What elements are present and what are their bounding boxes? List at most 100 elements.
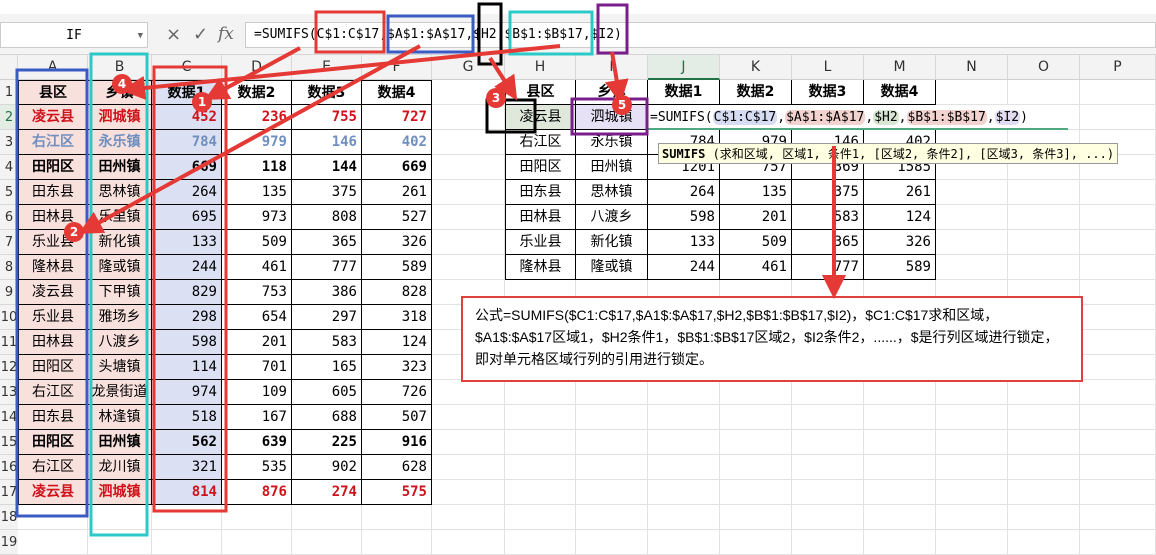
cell[interactable] [1008,430,1080,455]
cell[interactable] [432,230,505,255]
row-header-13[interactable]: 13 [0,380,18,405]
cell[interactable] [505,480,576,505]
lookup-cell[interactable]: 583 [792,205,864,230]
table-cell[interactable]: 973 [222,205,292,230]
table-cell[interactable]: 田州镇 [88,155,152,180]
cell[interactable] [648,380,720,405]
column-header-K[interactable]: K [720,55,792,80]
table-cell[interactable]: 669 [152,155,222,180]
table-cell[interactable]: 236 [222,105,292,130]
cell[interactable] [648,405,720,430]
table-cell[interactable]: 头塘镇 [88,355,152,380]
table-cell[interactable]: 509 [222,230,292,255]
cell[interactable] [362,530,432,555]
cell[interactable] [432,505,505,530]
table-cell[interactable]: 777 [292,255,362,280]
name-box[interactable]: IF ▼ [0,22,148,48]
cell[interactable] [1008,255,1080,280]
row-header-1[interactable]: 1 [0,80,18,105]
cell[interactable] [720,505,792,530]
table-cell[interactable]: 274 [292,480,362,505]
cell[interactable] [432,480,505,505]
cell[interactable] [864,380,936,405]
table-cell[interactable]: 思林镇 [88,180,152,205]
row-header-18[interactable]: 18 [0,505,18,530]
cell[interactable] [936,430,1008,455]
table-cell[interactable]: 727 [362,105,432,130]
cell[interactable] [1080,255,1156,280]
column-header-A[interactable]: A [18,55,88,80]
chevron-down-icon[interactable]: ▼ [138,23,143,49]
table-cell[interactable]: 146 [292,130,362,155]
cell[interactable] [792,405,864,430]
cell[interactable] [505,430,576,455]
row-header-2[interactable]: 2 [0,105,18,130]
table-cell[interactable]: 田阳区 [18,430,88,455]
table-cell[interactable]: 201 [222,330,292,355]
column-header-M[interactable]: M [864,55,936,80]
table-cell[interactable]: 隆林县 [18,255,88,280]
cell[interactable] [1008,380,1080,405]
table-cell[interactable]: 144 [292,155,362,180]
row-header-5[interactable]: 5 [0,180,18,205]
cell[interactable] [864,530,936,555]
cell[interactable] [1080,505,1156,530]
table-cell[interactable]: 375 [292,180,362,205]
table-cell[interactable]: 365 [292,230,362,255]
table-cell[interactable]: 109 [222,380,292,405]
cell[interactable] [864,430,936,455]
cell[interactable] [864,405,936,430]
cell[interactable] [936,230,1008,255]
cell[interactable] [1080,430,1156,455]
cell[interactable] [864,480,936,505]
lookup-cell[interactable]: 589 [864,255,936,280]
row-header-15[interactable]: 15 [0,430,18,455]
table-cell[interactable]: 814 [152,480,222,505]
cell[interactable] [648,530,720,555]
row-header-9[interactable]: 9 [0,280,18,305]
table-cell[interactable]: 田东县 [18,180,88,205]
lookup-cell[interactable]: 365 [792,230,864,255]
cell[interactable] [1080,230,1156,255]
lookup-cell[interactable]: 八渡乡 [576,205,648,230]
cell[interactable] [1080,480,1156,505]
table-cell[interactable]: 902 [292,455,362,480]
lookup-cell[interactable]: 新化镇 [576,230,648,255]
cell[interactable] [152,530,222,555]
cell[interactable] [936,505,1008,530]
cell[interactable] [432,380,505,405]
table-cell[interactable]: 田阳区 [18,355,88,380]
confirm-icon[interactable]: ✓ [193,24,208,45]
cell[interactable] [432,455,505,480]
lookup-cell[interactable]: 461 [720,255,792,280]
table-cell[interactable]: 乐业县 [18,305,88,330]
cell[interactable] [648,505,720,530]
cell[interactable] [576,430,648,455]
cell[interactable] [1080,380,1156,405]
cell[interactable] [432,205,505,230]
table-cell[interactable]: 124 [362,330,432,355]
column-header-P[interactable]: P [1080,55,1156,80]
table-cell[interactable]: 田林县 [18,330,88,355]
cell[interactable] [576,505,648,530]
cell[interactable] [1008,230,1080,255]
table-cell[interactable]: 隆或镇 [88,255,152,280]
cell[interactable] [505,380,576,405]
table-cell[interactable]: 701 [222,355,292,380]
cell[interactable] [936,80,1008,105]
cell[interactable] [936,380,1008,405]
cell[interactable] [1080,205,1156,230]
table-cell[interactable]: 916 [362,430,432,455]
column-header-I[interactable]: I [576,55,648,80]
cell[interactable] [720,455,792,480]
table-cell[interactable]: 135 [222,180,292,205]
table-cell[interactable]: 凌云县 [18,280,88,305]
cell[interactable] [1080,330,1156,355]
table-cell[interactable]: 261 [362,180,432,205]
cell[interactable] [648,455,720,480]
table-cell[interactable]: 589 [362,255,432,280]
table-cell[interactable]: 新化镇 [88,230,152,255]
column-header-L[interactable]: L [792,55,864,80]
cell[interactable] [576,530,648,555]
table-cell[interactable]: 乐里镇 [88,205,152,230]
